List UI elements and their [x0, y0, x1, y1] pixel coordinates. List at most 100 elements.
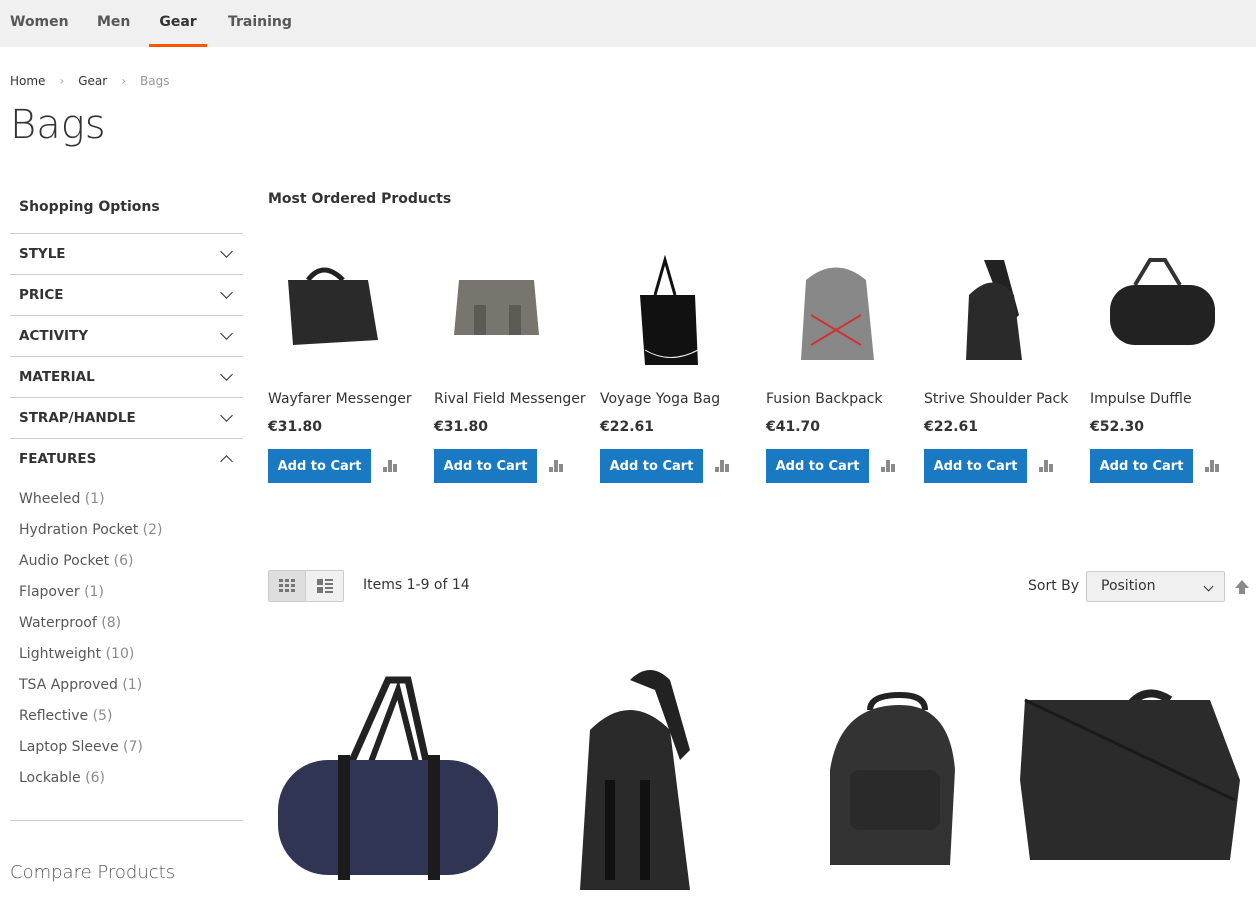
- nav-women[interactable]: Women: [0, 0, 79, 47]
- add-to-cart-button[interactable]: Add to Cart: [268, 449, 371, 483]
- feature-option[interactable]: Audio Pocket (6): [19, 550, 234, 581]
- product-name[interactable]: Fusion Backpack: [766, 391, 926, 407]
- product-card: Voyage Yoga Bag €22.61 Add to Cart: [600, 250, 760, 483]
- list-view-button[interactable]: [306, 571, 343, 601]
- filter-activity[interactable]: ACTIVITY: [10, 315, 243, 356]
- compare-icon[interactable]: [881, 460, 895, 472]
- feature-option[interactable]: Wheeled (1): [19, 488, 234, 519]
- feature-count: (8): [101, 615, 122, 631]
- chevron-down-icon: [220, 286, 233, 299]
- compare-icon[interactable]: [383, 460, 397, 472]
- filter-label: MATERIAL: [19, 369, 95, 385]
- nav-training[interactable]: Training: [218, 0, 302, 47]
- list-icon: [316, 579, 333, 593]
- add-to-cart-button[interactable]: Add to Cart: [1090, 449, 1193, 483]
- feature-label: Waterproof: [19, 615, 97, 631]
- sort-by-value: Position: [1101, 578, 1156, 594]
- feature-count: (10): [105, 646, 135, 662]
- product-image[interactable]: [766, 255, 896, 370]
- page-title: Bags: [10, 102, 106, 148]
- feature-option[interactable]: Flapover (1): [19, 581, 234, 612]
- breadcrumb-home[interactable]: Home: [10, 74, 45, 88]
- feature-option[interactable]: Waterproof (8): [19, 612, 234, 643]
- product-image-messenger[interactable]: [1010, 660, 1250, 908]
- product-name[interactable]: Impulse Duffle: [1090, 391, 1250, 407]
- feature-label: Hydration Pocket: [19, 522, 139, 538]
- filter-strap-handle[interactable]: STRAP/HANDLE: [10, 397, 243, 438]
- feature-option[interactable]: Lightweight (10): [19, 643, 234, 674]
- feature-label: Reflective: [19, 708, 89, 724]
- filter-price[interactable]: PRICE: [10, 274, 243, 315]
- feature-count: (6): [113, 553, 134, 569]
- product-price: €22.61: [924, 419, 979, 435]
- filter-material[interactable]: MATERIAL: [10, 356, 243, 397]
- feature-count: (6): [85, 770, 105, 786]
- add-to-cart-button[interactable]: Add to Cart: [434, 449, 537, 483]
- add-to-cart-button[interactable]: Add to Cart: [924, 449, 1027, 483]
- filter-label: ACTIVITY: [19, 328, 89, 344]
- grid-view-button[interactable]: [269, 571, 306, 601]
- chevron-down-icon: [1203, 581, 1214, 592]
- most-ordered-heading: Most Ordered Products: [268, 191, 452, 207]
- breadcrumb: Home › Gear › Bags: [10, 74, 184, 88]
- product-image-backpack[interactable]: [790, 660, 1030, 908]
- feature-label: Wheeled: [19, 491, 81, 507]
- filter-style[interactable]: STYLE: [10, 233, 243, 274]
- feature-label: Laptop Sleeve: [19, 739, 119, 755]
- feature-count: (1): [84, 491, 105, 507]
- divider: [10, 820, 243, 821]
- view-mode-switcher: [268, 570, 344, 602]
- chevron-down-icon: [220, 245, 233, 258]
- compare-icon[interactable]: [549, 460, 563, 472]
- breadcrumb-gear[interactable]: Gear: [78, 74, 107, 88]
- shopping-options-heading: Shopping Options: [19, 199, 160, 215]
- feature-label: Flapover: [19, 584, 80, 600]
- product-name[interactable]: Wayfarer Messenger: [268, 391, 428, 407]
- add-to-cart-button[interactable]: Add to Cart: [766, 449, 869, 483]
- compare-icon[interactable]: [1205, 460, 1219, 472]
- chevron-right-icon: ›: [59, 74, 65, 88]
- compare-icon[interactable]: [1039, 460, 1053, 472]
- product-image[interactable]: [1090, 255, 1220, 370]
- feature-option[interactable]: Laptop Sleeve (7): [19, 736, 234, 767]
- sort-by-select[interactable]: Position: [1086, 571, 1225, 602]
- sort-by-label: Sort By: [1028, 578, 1080, 594]
- product-price: €41.70: [766, 419, 821, 435]
- product-price: €31.80: [268, 419, 323, 435]
- breadcrumb-current: Bags: [140, 74, 170, 88]
- nav-gear[interactable]: Gear: [149, 0, 207, 47]
- compare-products-heading: Compare Products: [10, 862, 176, 883]
- product-image[interactable]: [434, 255, 564, 370]
- product-image[interactable]: [924, 255, 1054, 370]
- feature-option[interactable]: Hydration Pocket (2): [19, 519, 234, 550]
- feature-option[interactable]: TSA Approved (1): [19, 674, 234, 705]
- product-card: Rival Field Messenger €31.80 Add to Cart: [434, 250, 594, 483]
- compare-icon[interactable]: [715, 460, 729, 472]
- feature-label: Lightweight: [19, 646, 102, 662]
- filter-features[interactable]: FEATURES: [10, 438, 243, 479]
- add-to-cart-button[interactable]: Add to Cart: [600, 449, 703, 483]
- product-image-duffle[interactable]: [268, 660, 508, 908]
- product-card: Wayfarer Messenger €31.80 Add to Cart: [268, 250, 428, 483]
- sort-direction-arrow-icon[interactable]: [1235, 580, 1249, 594]
- product-name[interactable]: Strive Shoulder Pack: [924, 391, 1084, 407]
- filter-label: STYLE: [19, 246, 66, 262]
- filter-label: STRAP/HANDLE: [19, 410, 136, 426]
- product-image-shoulder-pack[interactable]: [530, 660, 770, 908]
- feature-label: Lockable: [19, 770, 81, 786]
- feature-option[interactable]: Lockable (6): [19, 767, 234, 798]
- product-image[interactable]: [268, 255, 398, 370]
- feature-label: Audio Pocket: [19, 553, 110, 569]
- grid-icon: [279, 579, 295, 592]
- filter-label: FEATURES: [19, 451, 97, 467]
- feature-option[interactable]: Reflective (5): [19, 705, 234, 736]
- feature-count: (2): [142, 522, 163, 538]
- product-name[interactable]: Voyage Yoga Bag: [600, 391, 760, 407]
- feature-label: TSA Approved: [19, 677, 118, 693]
- product-card: Strive Shoulder Pack €22.61 Add to Cart: [924, 250, 1084, 483]
- product-price: €52.30: [1090, 419, 1145, 435]
- product-image[interactable]: [600, 255, 730, 370]
- product-name[interactable]: Rival Field Messenger: [434, 391, 594, 407]
- chevron-up-icon: [220, 454, 233, 468]
- nav-men[interactable]: Men: [87, 0, 140, 47]
